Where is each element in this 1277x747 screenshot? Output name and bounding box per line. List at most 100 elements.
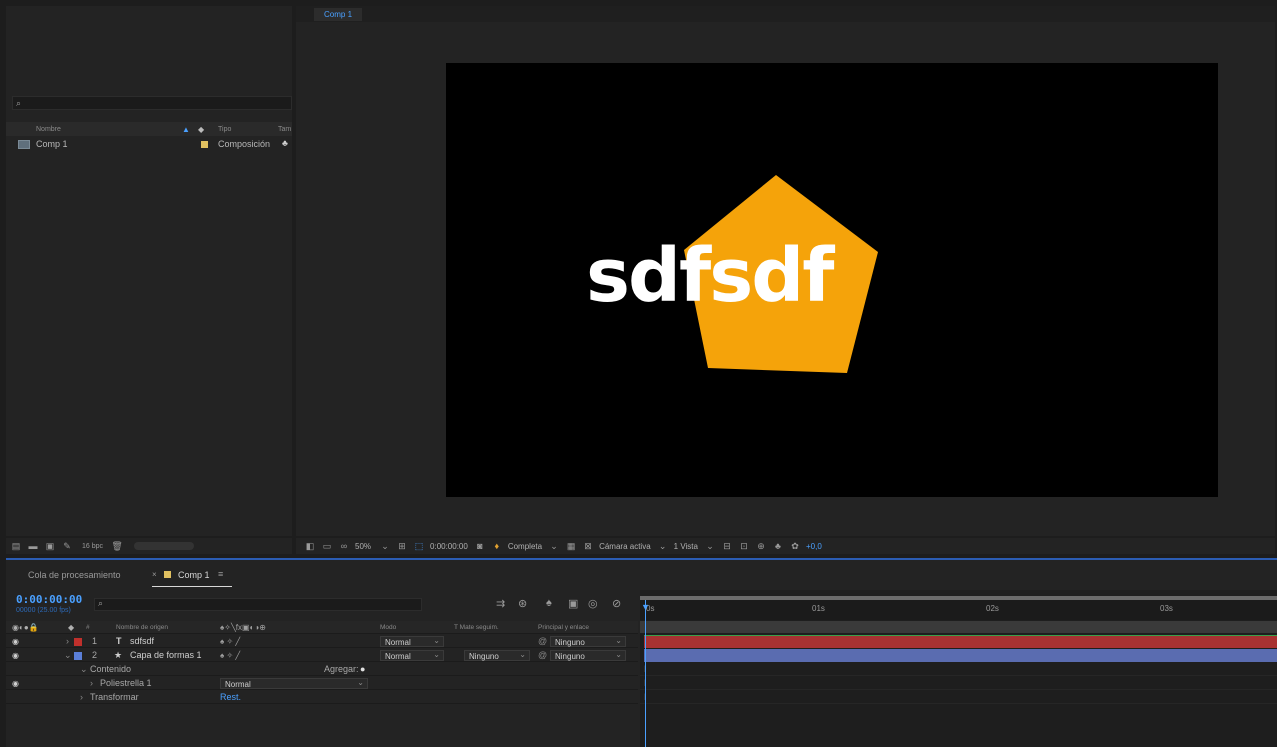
safe-zones-icon[interactable]: ⊠ — [582, 541, 594, 551]
column-size[interactable]: Tam — [278, 126, 291, 133]
zoom-level[interactable]: 50% — [355, 542, 371, 551]
motion-blur-icon[interactable]: ◎ — [588, 597, 598, 610]
interpret-footage-icon[interactable]: ▤ — [10, 541, 22, 551]
preview-icon[interactable]: ◧ — [304, 541, 316, 551]
parent-select[interactable]: Ninguno ⌄ — [550, 650, 626, 661]
layer-switches[interactable]: ♠ ✧ ╱ — [220, 635, 240, 648]
layer-switches[interactable]: ♠ ✧ ╱ — [220, 649, 240, 662]
exposure-value[interactable]: +0,0 — [806, 542, 822, 551]
time-graph[interactable]: 0s 01s 02s 03s I I I ▼ — [640, 590, 1277, 747]
column-parent[interactable]: Principal y enlace — [538, 621, 589, 634]
label-swatch[interactable] — [74, 652, 82, 660]
transform-row[interactable]: › Transformar Rest. — [6, 691, 638, 704]
chevron-down-icon[interactable]: ⌄ — [357, 677, 364, 688]
project-item-comp1[interactable]: Comp 1 Composición ♣ — [6, 138, 292, 152]
layer-name[interactable]: sdfsdf — [130, 635, 154, 648]
new-folder-icon[interactable]: ▬ — [27, 541, 39, 551]
chevron-down-icon[interactable]: ⌄ — [548, 541, 560, 551]
grid-icon[interactable]: ⊞ — [396, 541, 408, 551]
chevron-down-icon[interactable]: ⌄ — [704, 541, 716, 551]
timeline-search-input[interactable] — [94, 598, 422, 611]
visibility-eye-icon[interactable]: ◉ — [12, 635, 19, 648]
layer-bar-shape[interactable] — [644, 649, 1277, 662]
column-number[interactable]: # — [86, 621, 90, 634]
shy-layers-icon[interactable]: ♠ — [546, 597, 552, 609]
draft-3d-icon[interactable]: ⊕ — [755, 541, 767, 551]
chevron-down-icon[interactable]: ⌄ — [433, 635, 440, 646]
transparency-grid-icon[interactable]: ▦ — [565, 541, 577, 551]
new-composition-icon[interactable]: ▣ — [44, 541, 56, 551]
camera-icon[interactable]: ◙ — [474, 541, 486, 551]
project-scrollbar[interactable] — [134, 542, 195, 550]
label-tag-icon[interactable]: ◆ — [68, 621, 74, 634]
playhead[interactable] — [645, 600, 646, 747]
chevron-down-icon[interactable]: ⌄ — [615, 635, 622, 646]
bit-depth[interactable]: 16 bpc — [82, 543, 103, 550]
close-icon[interactable]: × — [152, 570, 157, 579]
collapse-chevron-icon[interactable]: ⌄ — [80, 663, 88, 676]
playhead-handle-icon[interactable]: ▼ — [641, 602, 650, 612]
frame-blending-icon[interactable]: ▣ — [568, 597, 578, 610]
label-swatch[interactable] — [201, 141, 208, 148]
draft-3d-icon[interactable]: ⊛ — [518, 597, 527, 610]
label-tag-icon[interactable]: ◆ — [198, 125, 204, 134]
reset-exposure-icon[interactable]: ⊟ — [721, 541, 733, 551]
expand-chevron-icon[interactable]: › — [80, 691, 83, 704]
chevron-down-icon[interactable]: ⌄ — [657, 541, 669, 551]
viewer-timecode[interactable]: 0:00:00:00 — [430, 542, 468, 551]
tab-comp1-timeline[interactable]: Comp 1 — [178, 570, 210, 580]
polystar-row[interactable]: ◉ › Poliestrella 1 Normal ⌄ — [6, 677, 638, 690]
expand-chevron-icon[interactable]: › — [66, 635, 69, 648]
monitor-icon[interactable]: ▭ — [321, 541, 333, 551]
camera-select[interactable]: Cámara activa — [599, 542, 651, 551]
graph-editor-icon[interactable]: ⊘ — [612, 597, 621, 610]
column-track-matte[interactable]: T Mate seguim. — [454, 621, 499, 634]
flowchart-icon[interactable]: ♣ — [282, 138, 288, 148]
composition-canvas[interactable]: sdfsdf — [446, 63, 1218, 497]
expand-chevron-icon[interactable]: › — [90, 677, 93, 690]
time-ruler[interactable]: 0s 01s 02s 03s — [640, 600, 1277, 620]
visibility-eye-icon[interactable]: ◉ — [12, 677, 19, 690]
menu-icon[interactable]: ≡ — [218, 569, 223, 579]
add-button-icon[interactable]: ● — [360, 663, 365, 676]
reset-link[interactable]: Rest. — [220, 691, 241, 704]
parent-pickwhip-icon[interactable]: @ — [538, 635, 547, 648]
parent-pickwhip-icon[interactable]: @ — [538, 649, 547, 662]
composition-mini-flowchart-icon[interactable]: ⇉ — [496, 597, 505, 610]
parent-select[interactable]: Ninguno ⌄ — [550, 636, 626, 647]
chevron-down-icon[interactable]: ⌄ — [519, 649, 526, 660]
blend-mode-select[interactable]: Normal ⌄ — [380, 636, 444, 647]
polystar-mode-select[interactable]: Normal ⌄ — [220, 678, 368, 689]
trash-icon[interactable]: 🗑 — [111, 541, 123, 551]
3d-renderer-icon[interactable]: ⊡ — [738, 541, 750, 551]
layer-bar-sdfsdf[interactable] — [644, 635, 1277, 648]
column-mode[interactable]: Modo — [380, 621, 396, 634]
chevron-down-icon[interactable]: ⌄ — [433, 649, 440, 660]
visibility-eye-icon[interactable]: ◉ — [12, 649, 19, 662]
tab-comp1[interactable]: Comp 1 — [314, 7, 363, 21]
mask-icon[interactable]: ∞ — [338, 541, 350, 551]
column-source-name[interactable]: Nombre de origen — [116, 621, 168, 634]
column-name[interactable]: Nombre — [36, 126, 61, 133]
tab-render-queue[interactable]: Cola de procesamiento — [28, 570, 121, 580]
layer-name[interactable]: Capa de formas 1 — [130, 649, 202, 662]
region-icon[interactable]: ⬚ — [413, 541, 425, 551]
blend-mode-select[interactable]: Normal ⌄ — [380, 650, 444, 661]
label-swatch[interactable] — [74, 638, 82, 646]
chevron-down-icon[interactable]: ⌄ — [379, 541, 391, 551]
view-layout[interactable]: 1 Vista — [674, 542, 698, 551]
current-time[interactable]: 0:00:00:00 — [16, 593, 82, 606]
flowchart-icon[interactable]: ♣ — [772, 541, 784, 551]
layer-row[interactable]: ◉ ⌄ 2 ★ Capa de formas 1 ♠ ✧ ╱ Normal ⌄ N… — [6, 649, 638, 662]
exposure-icon[interactable]: ✿ — [789, 541, 801, 551]
chevron-down-icon[interactable]: ⌄ — [615, 649, 622, 660]
project-search-input[interactable]: ⌕ — [12, 96, 292, 110]
track-matte-select[interactable]: Ninguno ⌄ — [464, 650, 530, 661]
column-type[interactable]: Tipo — [218, 126, 231, 133]
contents-row[interactable]: ⌄ Contenido Agregar: ● — [6, 663, 638, 676]
adjust-icon[interactable]: ✎ — [61, 541, 73, 551]
sort-up-icon[interactable]: ▲ — [182, 125, 190, 134]
resolution[interactable]: Completa — [508, 542, 542, 551]
collapse-chevron-icon[interactable]: ⌄ — [64, 649, 72, 662]
layer-row[interactable]: ◉ › 1 T sdfsdf ♠ ✧ ╱ Normal ⌄ @ Ninguno ⌄ — [6, 635, 638, 648]
